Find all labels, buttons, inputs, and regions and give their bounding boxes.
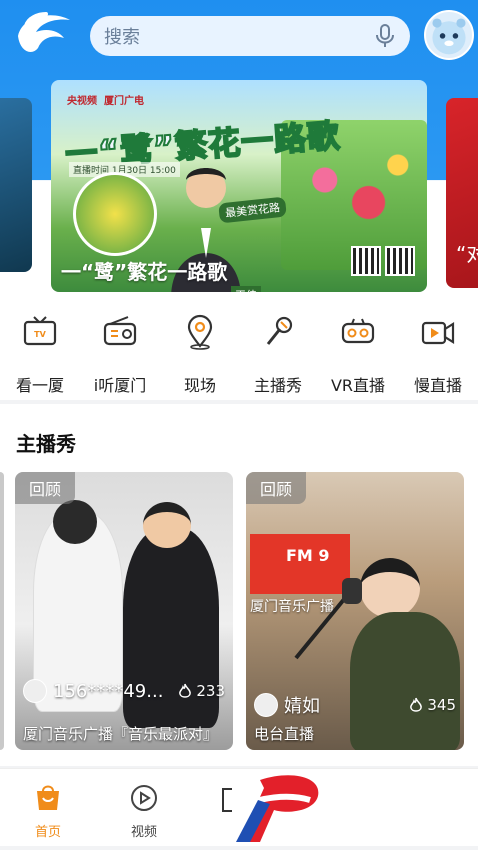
card-hot-count: 345	[409, 696, 456, 714]
user-avatar[interactable]	[424, 10, 474, 60]
banner-bottom-title: 一“鹭”繁花一路歌	[61, 260, 228, 284]
location-pin-icon	[187, 314, 213, 350]
search-bar[interactable]: 搜索	[90, 16, 410, 56]
quick-nav-label: 现场	[183, 376, 216, 395]
flame-icon	[409, 697, 422, 712]
quick-nav-label: 慢直播	[413, 376, 462, 395]
banner-inset-photo	[73, 172, 157, 256]
quick-nav-vr-zhi-bo[interactable]: VR直播	[318, 310, 398, 395]
vr-goggles-icon	[341, 318, 375, 344]
tv-icon: TV	[23, 316, 57, 346]
anchor-card[interactable]: FM 9 厦门音乐广播 回顾 婧如 345 电台直播	[246, 472, 464, 750]
tab-home[interactable]: 首页	[18, 783, 78, 840]
user-avatar	[23, 679, 47, 703]
prev-card-peek[interactable]	[0, 472, 4, 750]
search-placeholder: 搜索	[104, 27, 140, 48]
replay-badge: 回顾	[15, 472, 76, 504]
replay-badge: 回顾	[246, 472, 307, 504]
qr-code	[351, 246, 381, 276]
quick-nav-label: VR直播	[330, 376, 386, 395]
svg-text:TV: TV	[34, 330, 46, 339]
microphone-icon[interactable]	[374, 23, 396, 49]
card-description: 电台直播	[254, 725, 315, 743]
quick-nav-label: 看一厦	[15, 376, 64, 395]
quick-nav-label: i听厦门	[93, 376, 147, 395]
anchor-show-section: 主播秀 回顾 156****49... 233 厦门音乐广播『音乐最派对』 FM…	[0, 404, 478, 766]
play-circle-icon	[131, 785, 157, 811]
quick-nav-zhu-bo-xiu[interactable]: 主播秀	[238, 310, 318, 395]
microphone-icon	[266, 316, 293, 345]
next-slide-peek-text: “对	[456, 242, 478, 266]
radio-icon	[103, 316, 137, 346]
card-stats: 156****49... 233	[23, 676, 225, 706]
carousel-next-slide[interactable]: “对	[446, 98, 478, 288]
app-header: 搜索	[0, 0, 478, 72]
card-stats: 婧如 345	[254, 690, 456, 720]
quick-nav-man-zhi-bo[interactable]: 慢直播	[398, 310, 478, 395]
card-hot-count: 233	[178, 682, 225, 700]
tab-label: 视频	[130, 825, 157, 840]
tab-video[interactable]: 视频	[114, 783, 174, 840]
banner-host-name: 王佳	[231, 286, 261, 292]
performer-head	[53, 500, 97, 544]
performer-head	[143, 502, 191, 548]
camera-play-icon	[421, 321, 455, 345]
featured-banner[interactable]: 央视频 厦门广电 一“鹭”繁花一路歌 直播时间 1月30日 15:00 最美赏花…	[51, 80, 427, 292]
card-description: 厦门音乐广播『音乐最派对』	[23, 725, 219, 743]
card-username: 婧如	[284, 696, 320, 717]
card-username: 156****49...	[53, 680, 164, 702]
bottom-strip	[0, 846, 478, 850]
studio-microphone-icon	[294, 578, 362, 660]
home-bag-icon	[37, 785, 59, 810]
quick-nav-kan-yi-xia[interactable]: TV 看一厦	[0, 310, 80, 395]
flame-icon	[178, 683, 191, 698]
watermark-logo-icon	[230, 775, 319, 842]
quick-nav-xian-chang[interactable]: 现场	[160, 310, 240, 395]
user-avatar	[254, 693, 278, 717]
carousel-prev-slide[interactable]	[0, 98, 32, 272]
tab-label: 首页	[34, 825, 61, 840]
egret-logo-icon[interactable]	[12, 6, 74, 66]
qr-code	[385, 246, 415, 276]
banner-brand: 央视频 厦门广电	[67, 96, 144, 107]
anchor-card[interactable]: 回顾 156****49... 233 厦门音乐广播『音乐最派对』	[15, 472, 233, 750]
quick-nav-i-ting-xiamen[interactable]: i听厦门	[80, 310, 160, 395]
quick-nav-label: 主播秀	[253, 376, 302, 395]
section-title: 主播秀	[16, 432, 76, 456]
quick-nav: TV 看一厦 i听厦门 现场 主播秀 VR直播 慢直播	[0, 300, 478, 400]
